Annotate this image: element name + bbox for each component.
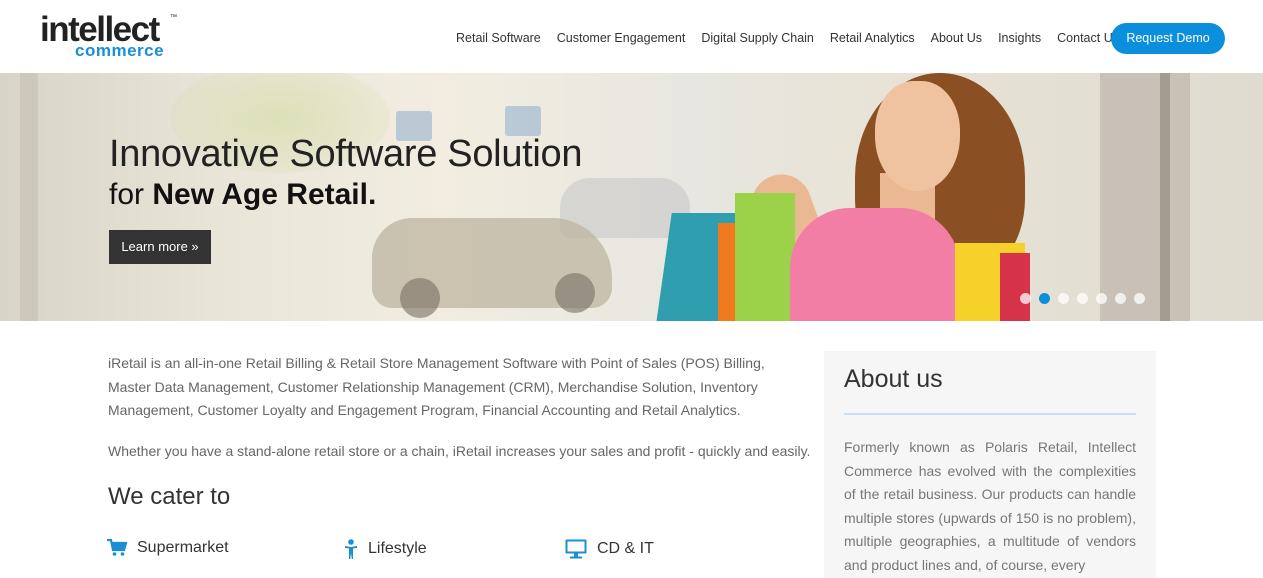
category-cd-it[interactable]: CD & IT	[565, 539, 654, 559]
slider-dot-active[interactable]	[1039, 293, 1050, 304]
cart-icon	[107, 539, 127, 556]
hero-slider: Innovative Software Solution for New Age…	[0, 73, 1263, 321]
logo-trademark: ™	[170, 14, 177, 21]
category-label: Supermarket	[137, 539, 229, 556]
monitor-icon	[565, 539, 587, 559]
person-icon	[345, 539, 357, 559]
about-us-heading: About us	[844, 365, 943, 393]
about-us-text: Formerly known as Polaris Retail, Intell…	[844, 439, 1136, 573]
nav-customer-engagement[interactable]: Customer Engagement	[557, 31, 686, 45]
nav-contact-us[interactable]: Contact Us	[1057, 31, 1119, 45]
hero-subheadline: for New Age Retail.	[109, 178, 377, 211]
site-header: intellect ™ commerce Retail Software Cus…	[0, 0, 1263, 73]
category-label: CD & IT	[597, 540, 654, 557]
category-lifestyle[interactable]: Lifestyle	[344, 539, 427, 559]
intro-paragraph: iRetail is an all-in-one Retail Billing …	[108, 355, 765, 418]
nav-insights[interactable]: Insights	[998, 31, 1041, 45]
category-supermarket[interactable]: Supermarket	[107, 539, 229, 557]
slider-dot[interactable]	[1134, 293, 1145, 304]
hero-headline: Innovative Software Solution	[109, 133, 583, 175]
learn-more-button[interactable]: Learn more »	[109, 230, 211, 264]
about-us-box: About us Formerly known as Polaris Retai…	[824, 351, 1156, 578]
slider-dot[interactable]	[1115, 293, 1126, 304]
nav-about-us[interactable]: About Us	[931, 31, 982, 45]
nav-digital-supply-chain[interactable]: Digital Supply Chain	[701, 31, 814, 45]
slider-dot[interactable]	[1058, 293, 1069, 304]
hero-background	[20, 73, 38, 321]
intro-paragraph-2: Whether you have a stand-alone retail st…	[108, 443, 811, 459]
request-demo-button[interactable]: Request Demo	[1111, 23, 1225, 54]
slider-dot[interactable]	[1020, 293, 1031, 304]
logo-subtitle: commerce	[75, 41, 165, 60]
we-cater-to-heading: We cater to	[108, 483, 231, 510]
about-divider	[844, 413, 1136, 415]
nav-retail-analytics[interactable]: Retail Analytics	[830, 31, 915, 45]
slider-pagination	[1020, 293, 1145, 304]
intellect-commerce-logo[interactable]: intellect ™ commerce	[40, 12, 190, 62]
main-nav: Retail Software Customer Engagement Digi…	[456, 31, 1135, 45]
slider-dot[interactable]	[1096, 293, 1107, 304]
nav-retail-software[interactable]: Retail Software	[456, 31, 541, 45]
category-label: Lifestyle	[368, 540, 427, 557]
slider-dot[interactable]	[1077, 293, 1088, 304]
